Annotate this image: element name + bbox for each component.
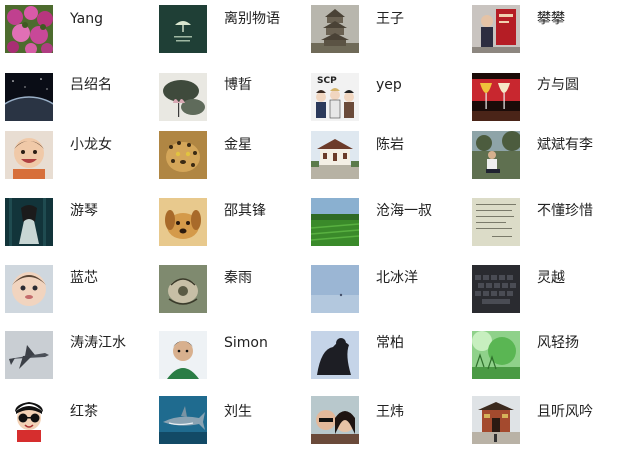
person-with-red-poster[interactable] <box>472 5 520 53</box>
contact-name[interactable]: Yang <box>70 11 103 27</box>
puppy-photo[interactable] <box>159 198 207 246</box>
cartoon-boy-with-glasses[interactable] <box>5 396 53 444</box>
scp-anime-group[interactable]: SCP <box>311 73 359 121</box>
leopard-photo[interactable] <box>159 131 207 179</box>
contact-name[interactable]: 斌斌有李 <box>537 137 593 153</box>
contact-name[interactable]: 涛涛江水 <box>70 335 126 351</box>
sketch-art-photo[interactable] <box>159 265 207 313</box>
smiling-baby-photo[interactable] <box>5 131 53 179</box>
contact-name[interactable]: 吕绍名 <box>70 77 112 93</box>
fighter-jet-photo[interactable] <box>5 331 53 379</box>
contact-name[interactable]: 红茶 <box>70 404 98 420</box>
pink-flowers-photo[interactable] <box>5 5 53 53</box>
person-sitting-outdoors[interactable] <box>472 131 520 179</box>
contact-grid: Yang 离别物语 王子 攀攀 吕绍名 博晢 SCP yep 方与圆 小龙女 金… <box>0 0 625 458</box>
contact-name[interactable]: 小龙女 <box>70 137 112 153</box>
contact-name[interactable]: 金星 <box>224 137 252 153</box>
contact-name[interactable]: 陈岩 <box>376 137 404 153</box>
green-field-photo[interactable] <box>311 198 359 246</box>
shark-underwater-photo[interactable] <box>159 396 207 444</box>
contact-name[interactable]: 离别物语 <box>224 11 280 27</box>
dark-figure-sky-photo[interactable] <box>311 331 359 379</box>
keyboard-photo[interactable] <box>472 265 520 313</box>
contact-name[interactable]: 风轻扬 <box>537 335 579 351</box>
couple-selfie-photo[interactable] <box>311 396 359 444</box>
man-portrait-photo[interactable] <box>159 331 207 379</box>
contact-name[interactable]: Simon <box>224 335 268 351</box>
wine-glasses-art[interactable] <box>472 73 520 121</box>
planet-horizon-space[interactable] <box>5 73 53 121</box>
svg-text:SCP: SCP <box>317 76 337 86</box>
contact-name[interactable]: yep <box>376 77 402 93</box>
lotus-ink-painting[interactable] <box>159 73 207 121</box>
baby-face-photo[interactable] <box>5 265 53 313</box>
blue-sky-photo[interactable] <box>311 265 359 313</box>
woman-in-forest-art[interactable] <box>5 198 53 246</box>
contact-name[interactable]: 刘生 <box>224 404 252 420</box>
contact-name[interactable]: 蓝芯 <box>70 270 98 286</box>
handwritten-note-photo[interactable] <box>472 198 520 246</box>
contact-name[interactable]: 游琴 <box>70 203 98 219</box>
traditional-gate-photo[interactable] <box>472 396 520 444</box>
contact-name[interactable]: 北冰洋 <box>376 270 418 286</box>
contact-name[interactable]: 不懂珍惜 <box>537 203 593 219</box>
contact-name[interactable]: 王炜 <box>376 404 404 420</box>
contact-name[interactable]: 灵越 <box>537 270 565 286</box>
contact-name[interactable]: 秦雨 <box>224 270 252 286</box>
contact-name[interactable]: 王子 <box>376 11 404 27</box>
contact-name[interactable]: 邵其锋 <box>224 203 266 219</box>
contact-name[interactable]: 且听风吟 <box>537 404 593 420</box>
contact-name[interactable]: 博晢 <box>224 77 252 93</box>
contact-name[interactable]: 常柏 <box>376 335 404 351</box>
pagoda-tower-photo[interactable] <box>311 5 359 53</box>
contact-name[interactable]: 沧海一叔 <box>376 203 432 219</box>
temple-building-photo[interactable] <box>311 131 359 179</box>
green-nature-photo[interactable] <box>472 331 520 379</box>
contact-name[interactable]: 攀攀 <box>537 11 565 27</box>
contact-name[interactable]: 方与圆 <box>537 77 579 93</box>
dark-green-book-cover[interactable] <box>159 5 207 53</box>
